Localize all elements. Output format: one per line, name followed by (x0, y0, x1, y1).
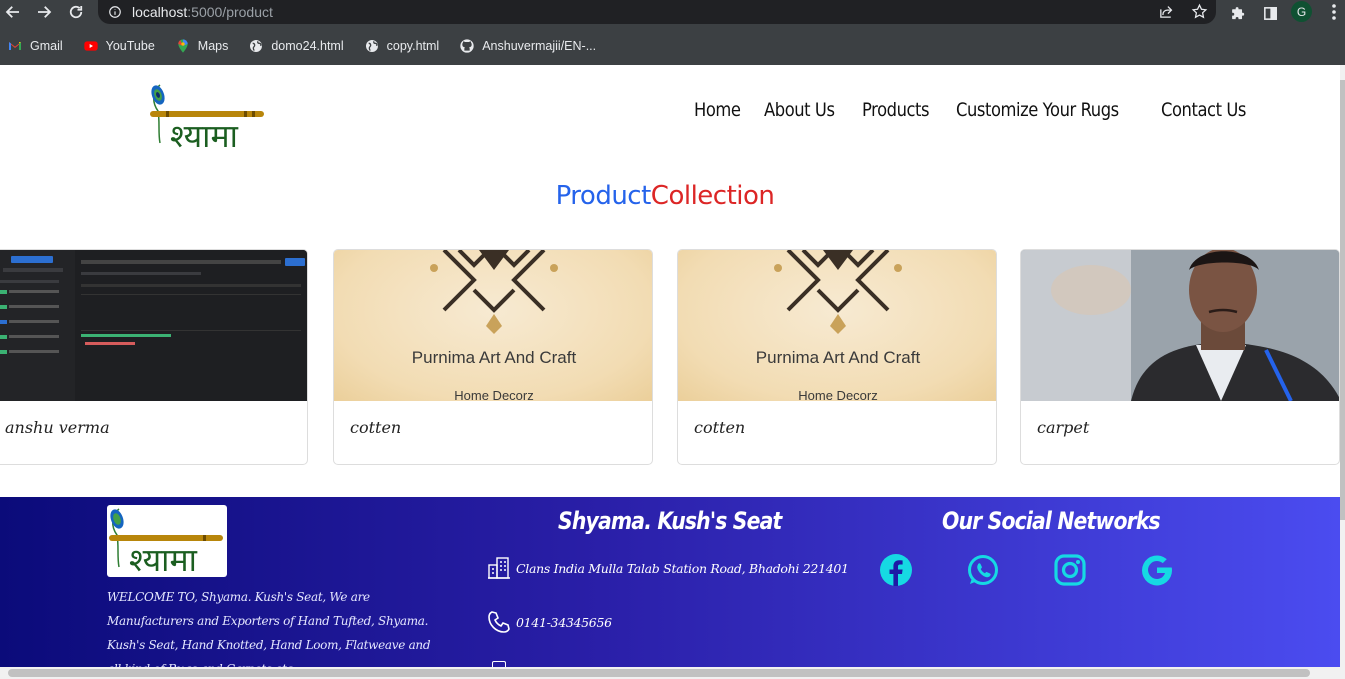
product-name: cotten (350, 418, 402, 437)
url-text[interactable]: localhost:5000/product (132, 4, 273, 20)
instagram-icon[interactable] (1053, 553, 1087, 587)
whatsapp-icon[interactable] (966, 553, 1000, 587)
github-icon (459, 38, 475, 54)
globe-icon (248, 38, 264, 54)
vertical-scrollbar[interactable] (1340, 65, 1345, 667)
bookmark-copy[interactable]: copy.html (361, 34, 443, 58)
purnima-title: Purnima Art And Craft (756, 348, 921, 367)
horizontal-scrollbar-thumb[interactable] (8, 669, 1310, 677)
reload-icon[interactable] (64, 0, 88, 24)
maps-icon (175, 38, 191, 54)
forward-icon[interactable] (32, 0, 56, 24)
youtube-icon (83, 38, 99, 54)
profile-avatar[interactable]: G (1291, 1, 1312, 22)
google-icon[interactable] (1140, 553, 1174, 587)
address-bar[interactable]: localhost:5000/product (98, 0, 1216, 24)
nav-about-us[interactable]: About Us (764, 99, 835, 121)
facebook-icon[interactable] (879, 553, 913, 587)
phone-icon (488, 611, 510, 633)
bookmark-label: Maps (197, 39, 229, 53)
footer-phone[interactable]: 0141-34345656 (486, 609, 612, 635)
side-panel-icon[interactable] (1259, 2, 1281, 24)
product-image-purnima: Purnima Art And Craft Home Decorz (334, 250, 652, 401)
nav-contact-us[interactable]: Contact Us (1161, 99, 1246, 121)
horizontal-scrollbar[interactable] (0, 667, 1345, 679)
info-icon[interactable] (108, 5, 122, 19)
footer-description: WELCOME TO, Shyama. Kush's Seat, We are … (107, 590, 431, 667)
bookmark-label: domo24.html (271, 39, 344, 53)
bookmark-youtube[interactable]: YouTube (80, 34, 158, 58)
bookmark-label: Anshuvermajii/EN-... (482, 39, 597, 53)
main-nav: Home About Us Products Customize Your Ru… (694, 99, 1260, 121)
building-icon (488, 557, 510, 579)
title-part-product: Product (555, 181, 652, 211)
footer-address: Clans India Mulla Talab Station Road, Bh… (486, 555, 849, 581)
product-name: carpet (1037, 418, 1090, 437)
product-card[interactable]: Purnima Art And Craft Home Decorz cotten (333, 249, 653, 465)
page-title: ProductCollection (0, 181, 1330, 211)
footer-contact-title: Shyama. Kush's Seat (558, 507, 782, 535)
product-image-screenshot (0, 250, 307, 401)
product-card[interactable]: anshu verma (0, 249, 308, 465)
product-name: cotten (694, 418, 746, 437)
bookmark-github[interactable]: Anshuvermajii/EN-... (456, 34, 599, 58)
footer-social-title: Our Social Networks (942, 507, 1161, 535)
vertical-scrollbar-thumb[interactable] (1340, 80, 1345, 520)
url-path: :5000/product (187, 4, 273, 20)
footer-logo-text: श्यामा (129, 541, 198, 577)
bookmark-label: Gmail (30, 39, 63, 53)
browser-chrome: localhost:5000/product G Gmail YouTube M… (0, 0, 1345, 65)
back-icon[interactable] (1, 0, 25, 24)
logo-text: श्यामा (170, 117, 239, 153)
bookmark-maps[interactable]: Maps (172, 34, 232, 58)
page-viewport: श्यामा Home About Us Products Customize … (0, 65, 1340, 667)
globe-icon (364, 38, 380, 54)
phone-text: 0141-34345656 (516, 614, 612, 630)
bookmark-star-icon[interactable] (1191, 3, 1208, 20)
bookmark-domo24[interactable]: domo24.html (245, 34, 346, 58)
purnima-subtitle: Home Decorz (798, 388, 877, 401)
gmail-icon (7, 38, 23, 54)
site-logo[interactable]: श्यामा (148, 81, 268, 155)
bookmarks-bar: Gmail YouTube Maps domo24.html copy.html… (0, 33, 1345, 59)
bookmark-label: YouTube (105, 39, 155, 53)
nav-customize-rugs[interactable]: Customize Your Rugs (956, 99, 1119, 121)
product-grid: anshu verma Purnima Art And Craft Home D… (0, 249, 1340, 465)
url-host: localhost (132, 4, 188, 20)
share-icon[interactable] (1158, 3, 1175, 20)
nav-home[interactable]: Home (694, 99, 741, 121)
browser-toolbar: localhost:5000/product G (0, 0, 1345, 26)
bookmark-label: copy.html (386, 39, 440, 53)
extensions-icon[interactable] (1227, 2, 1249, 24)
title-part-collection: Collection (650, 181, 775, 211)
purnima-title: Purnima Art And Craft (412, 348, 577, 367)
address-text: Clans India Mulla Talab Station Road, Bh… (516, 560, 849, 576)
product-image-photo (1021, 250, 1339, 401)
site-footer: श्यामा WELCOME TO, Shyama. Kush's Seat, … (0, 497, 1340, 667)
purnima-subtitle: Home Decorz (454, 388, 533, 401)
product-image-purnima: Purnima Art And Craft Home Decorz (678, 250, 996, 401)
product-card[interactable]: Purnima Art And Craft Home Decorz cotten (677, 249, 997, 465)
more-menu-icon[interactable] (1327, 2, 1341, 22)
product-card[interactable]: carpet (1020, 249, 1340, 465)
footer-logo[interactable]: श्यामा (107, 505, 227, 579)
product-name: anshu verma (5, 418, 110, 437)
nav-products[interactable]: Products (862, 99, 930, 121)
bookmark-gmail[interactable]: Gmail (4, 34, 66, 58)
